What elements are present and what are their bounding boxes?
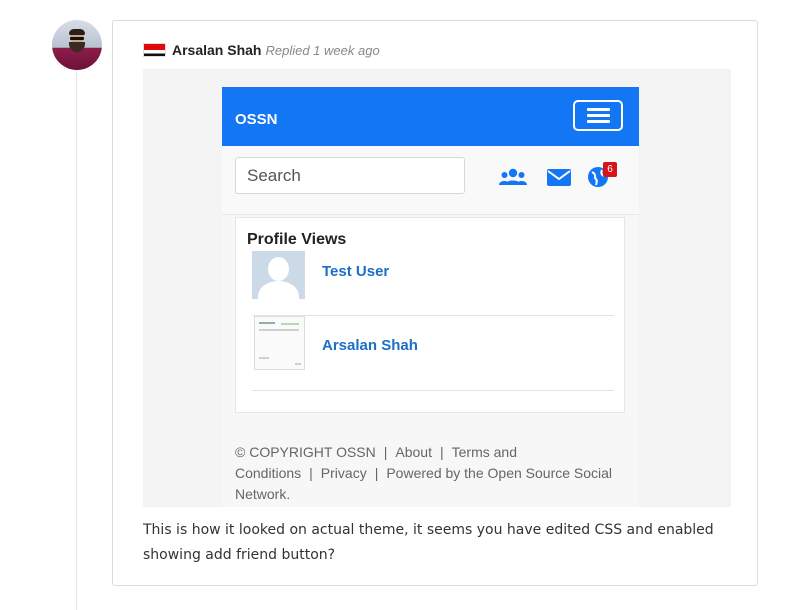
friends-icon: [499, 168, 527, 185]
footer-privacy-link: Privacy: [320, 465, 367, 481]
comment-author[interactable]: Arsalan Shah: [172, 42, 261, 58]
footer-copyright: © COPYRIGHT OSSN: [235, 444, 376, 460]
notification-badge: 6: [603, 162, 617, 177]
comment-box: Arsalan Shah Replied 1 week ago OSSN Sea…: [112, 20, 758, 586]
profile-view-name: Arsalan Shah: [322, 337, 418, 354]
profile-view-item: Arsalan Shah: [252, 316, 614, 391]
avatar-hair: [69, 29, 85, 35]
user-avatar-thumbnail: [254, 316, 305, 370]
country-flag-icon: [143, 43, 166, 57]
search-input: [235, 157, 465, 194]
ossn-mobile-preview: OSSN Search 6 Profile Views Test User Ar…: [222, 87, 639, 507]
profile-view-name: Test User: [322, 263, 390, 280]
profile-view-item: Test User: [252, 251, 614, 316]
ossn-brand: OSSN: [235, 111, 278, 128]
profile-views-widget: Profile Views Test User Arsalan Shah: [235, 217, 625, 413]
ossn-search-row: 6: [222, 146, 639, 215]
avatar-beard: [69, 42, 85, 52]
widget-title: Profile Views: [247, 231, 347, 248]
footer-about-link: About: [395, 444, 432, 460]
default-user-avatar-icon: [252, 251, 305, 299]
comment-header: Arsalan Shah Replied 1 week ago: [143, 41, 380, 59]
ossn-footer: © COPYRIGHT OSSN | About | Terms and Conditi…: [235, 444, 613, 502]
ossn-topbar: OSSN: [222, 87, 639, 146]
comment-body: This is how it looked on actual theme, i…: [143, 522, 714, 563]
hamburger-menu-icon: [573, 100, 623, 131]
user-avatar[interactable]: [52, 20, 102, 70]
thread-line: [76, 70, 77, 610]
avatar-sunglasses: [70, 37, 84, 40]
messages-icon: [547, 169, 571, 186]
attached-screenshot[interactable]: OSSN Search 6 Profile Views Test User Ar…: [143, 69, 731, 507]
comment-timestamp: Replied 1 week ago: [265, 42, 380, 58]
